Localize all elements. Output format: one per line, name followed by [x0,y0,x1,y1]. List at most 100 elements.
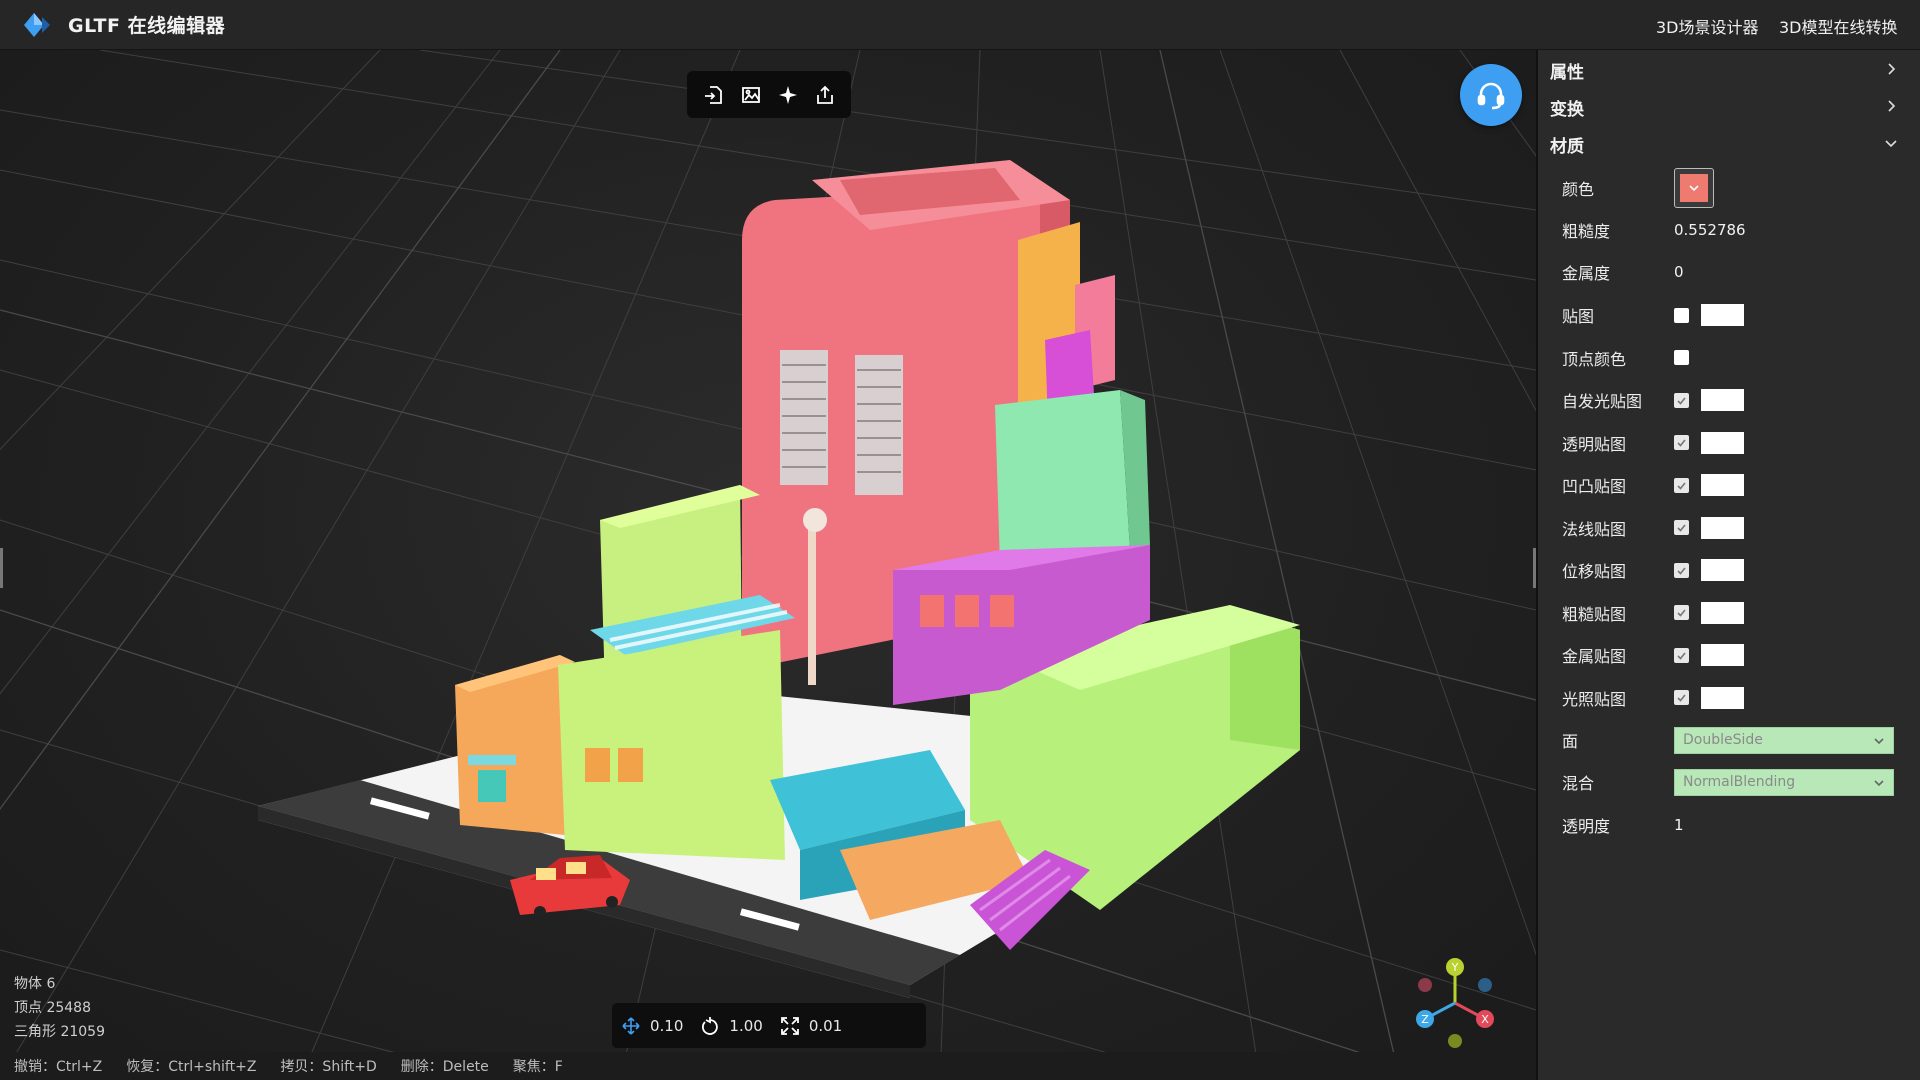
translate-snap[interactable]: 0.10 [622,1017,683,1035]
map-checkbox[interactable] [1674,435,1689,450]
color-picker[interactable] [1674,168,1714,208]
opacity-row: 透明度 1 [1562,810,1912,840]
chevron-down-icon [1689,185,1699,192]
transform-snap-bar: 0.10 1.00 0.01 [612,1003,926,1048]
checkmark-icon [1677,481,1686,490]
blend-select[interactable]: NormalBlending [1674,768,1894,796]
side-select-value: DoubleSide [1683,732,1763,748]
vertex-count: 顶点 25488 [14,1000,91,1016]
model-converter-link[interactable]: 3D模型在线转换 [1779,14,1898,38]
scale-snap[interactable]: 0.01 [780,1016,843,1035]
section-transform[interactable]: 变换 [1538,91,1920,123]
export-icon[interactable] [811,81,839,109]
metalness-value[interactable]: 0 [1674,263,1684,281]
map-checkbox[interactable] [1674,562,1689,578]
shortcut-undo: 撤销：Ctrl+Z [14,1059,103,1075]
map-label: 位移贴图 [1562,562,1627,581]
roughness-row: 粗糙度 0.552786 [1562,215,1912,245]
rotate-icon [702,1016,719,1035]
map-preview[interactable] [1701,389,1744,411]
section-transform-label: 变换 [1550,99,1584,120]
move-icon [622,1016,640,1035]
side-select[interactable]: DoubleSide [1674,726,1894,754]
building-model[interactable] [0,50,1536,1080]
map-row: 法线贴图 [1562,513,1912,543]
shortcut-copy: 拷贝：Shift+D [280,1059,377,1075]
3d-viewport[interactable]: 物体 6 顶点 25488 三角形 21059 0.10 1.00 0.01 Y… [0,50,1536,1080]
color-label: 颜色 [1562,180,1595,199]
map-checkbox[interactable] [1674,477,1689,493]
material-color-row: 颜色 [1562,167,1912,209]
map-preview[interactable] [1701,686,1744,709]
triangle-count: 三角形 21059 [14,1024,105,1040]
scale-value: 0.01 [808,1016,843,1035]
section-properties-label: 属性 [1550,62,1584,83]
map-checkbox[interactable] [1674,690,1689,705]
section-material-label: 材质 [1550,136,1584,157]
checkmark-icon [1677,651,1686,660]
map-checkbox[interactable] [1674,350,1689,365]
roughness-value[interactable]: 0.552786 [1674,221,1746,239]
map-row: 金属贴图 [1562,640,1912,670]
chevron-right-icon [1888,63,1896,75]
rotate-value: 1.00 [729,1016,763,1035]
import-icon[interactable] [700,81,728,109]
map-row: 粗糙贴图 [1562,598,1912,628]
axis-z-label: Z [1421,1013,1429,1026]
import-image-icon[interactable] [737,81,765,109]
section-material[interactable]: 材质 [1538,128,1920,160]
section-properties[interactable]: 属性 [1538,54,1920,86]
checkmark-icon [1677,524,1686,532]
map-preview[interactable] [1701,601,1744,624]
checkmark-icon [1677,694,1686,702]
map-preview[interactable] [1701,559,1744,581]
map-row: 光照贴图 [1562,683,1912,713]
map-row: 贴图 [1562,300,1912,330]
map-label: 光照贴图 [1562,689,1627,709]
scene-designer-link[interactable]: 3D场景设计器 [1656,14,1759,38]
map-row: 凹凸贴图 [1562,470,1912,500]
map-checkbox[interactable] [1674,605,1689,620]
map-label: 凹凸贴图 [1562,477,1627,496]
map-preview[interactable] [1701,431,1744,454]
map-preview[interactable] [1701,304,1744,326]
map-label: 顶点颜色 [1562,349,1627,369]
map-label: 透明贴图 [1562,434,1627,454]
map-checkbox[interactable] [1674,392,1689,408]
checkmark-icon [1677,396,1686,405]
map-checkbox[interactable] [1674,307,1689,323]
scale-icon [780,1016,799,1035]
axis-x-label: X [1481,1013,1489,1026]
map-label: 贴图 [1562,307,1595,326]
support-button[interactable] [1460,64,1522,126]
map-preview[interactable] [1701,516,1744,539]
headset-icon [1477,82,1505,110]
viewport-toolbar [687,71,851,118]
left-resize-handle[interactable] [0,548,3,588]
map-label: 自发光贴图 [1562,392,1643,411]
app-logo-icon [24,13,50,37]
color-preview [1680,174,1708,202]
map-row: 自发光贴图 [1562,385,1912,415]
checkmark-icon [1677,609,1686,617]
map-preview[interactable] [1701,644,1744,666]
shortcut-redo: 恢复：Ctrl+shift+Z [126,1059,257,1075]
map-checkbox[interactable] [1674,647,1689,663]
map-checkbox[interactable] [1674,520,1689,535]
blend-select-value: NormalBlending [1683,774,1796,790]
light-icon[interactable] [774,81,802,109]
properties-panel: 属性 变换 材质 颜色 粗糙度 0.552786 金属度 0 贴图 顶点颜色 自发光… [1536,50,1920,1080]
map-label: 法线贴图 [1562,519,1627,539]
scene-stats: 物体 6 顶点 25488 三角形 21059 [14,972,105,1044]
axis-y-label: Y [1451,961,1459,974]
chevron-down-icon [1874,779,1884,786]
map-preview[interactable] [1701,474,1744,496]
checkmark-icon [1677,566,1686,575]
blend-label: 混合 [1562,774,1595,793]
checkmark-icon [1677,439,1686,447]
opacity-value[interactable]: 1 [1674,816,1684,834]
rotate-snap[interactable]: 1.00 [701,1016,763,1035]
opacity-label: 透明度 [1562,817,1611,836]
app-title: GLTF 在线编辑器 [68,15,226,37]
axis-gizmo[interactable]: Y X Z [1407,955,1503,1051]
